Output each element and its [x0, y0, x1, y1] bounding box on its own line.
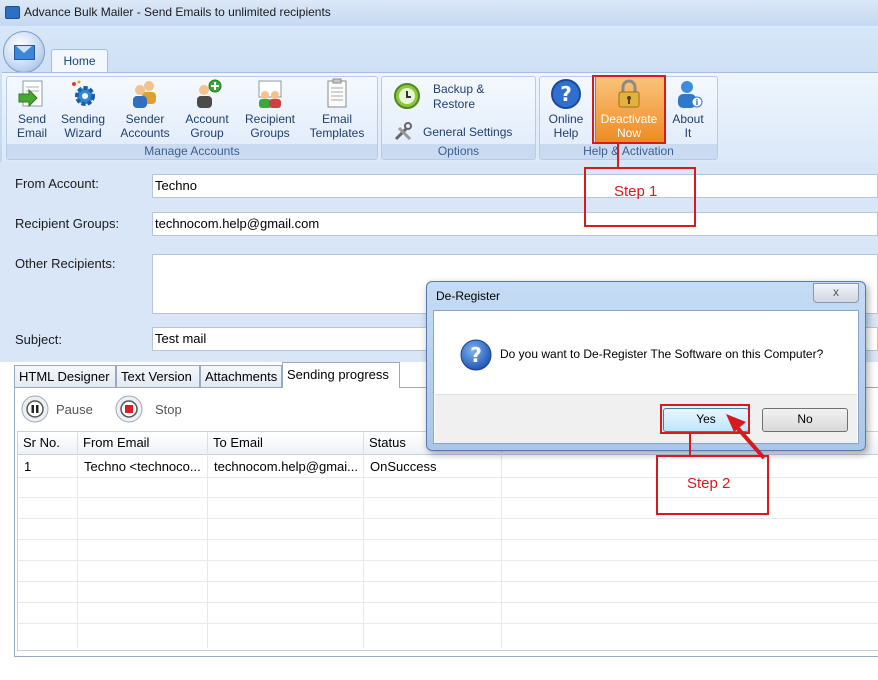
from-account-label: From Account: — [15, 176, 99, 191]
general-settings-button[interactable]: General Settings — [391, 122, 527, 144]
about-it-button[interactable]: i About It — [668, 78, 708, 142]
recipient-groups-label: Recipient Groups: — [15, 216, 120, 231]
grid-divider — [77, 454, 78, 648]
column-header-to-email[interactable]: To Email — [208, 432, 364, 454]
tab-home[interactable]: Home — [51, 49, 108, 74]
send-email-button[interactable]: Send Email — [11, 78, 53, 142]
sending-wizard-label: Sending Wizard — [60, 112, 106, 140]
cell-status: OnSuccess — [370, 459, 437, 474]
tools-icon — [394, 122, 412, 141]
envelope-icon — [14, 45, 35, 60]
svg-text:?: ? — [560, 82, 572, 106]
app-icon — [5, 6, 20, 19]
app-menu-button[interactable] — [3, 31, 45, 73]
user-group-icon — [258, 80, 282, 108]
grid-row-line — [18, 518, 878, 519]
step1-connector — [617, 143, 619, 167]
window-title: Advance Bulk Mailer - Send Emails to unl… — [24, 5, 331, 19]
gear-icon — [72, 80, 95, 106]
recipient-groups-label: Recipient Groups — [244, 112, 296, 140]
pause-button[interactable]: Pause — [21, 395, 93, 423]
svg-text:i: i — [696, 98, 699, 107]
help-icon: ? — [551, 79, 581, 109]
stop-icon — [115, 395, 143, 423]
tab-html-designer[interactable]: HTML Designer — [14, 365, 116, 387]
grid-row-line — [18, 623, 878, 624]
de-register-dialog: De-Register x ? Do you want to De-Regist… — [426, 281, 866, 451]
other-recipients-label: Other Recipients: — [15, 256, 116, 271]
grid-row-line — [18, 560, 878, 561]
online-help-button[interactable]: ? Online Help — [545, 78, 587, 142]
group-label: Options — [382, 144, 535, 159]
pause-icon — [21, 395, 49, 423]
template-icon — [327, 78, 347, 108]
question-icon: ? — [460, 339, 492, 371]
tab-text-version[interactable]: Text Version — [116, 365, 200, 387]
grid-divider — [501, 454, 502, 648]
grid-divider — [363, 454, 364, 648]
grid-row-line — [18, 581, 878, 582]
group-label: Manage Accounts — [7, 144, 377, 159]
dialog-title: De-Register — [436, 289, 501, 303]
deactivate-highlight-box — [592, 75, 666, 144]
step1-label: Step 1 — [614, 183, 658, 200]
account-group-button[interactable]: Account Group — [182, 78, 232, 142]
subject-label: Subject: — [15, 332, 62, 347]
general-settings-label: General Settings — [423, 125, 513, 139]
arrow-icon — [726, 414, 766, 460]
grid-row-line — [18, 539, 878, 540]
about-it-label: About It — [672, 112, 704, 140]
account-group-label: Account Group — [185, 112, 229, 140]
send-email-icon — [18, 80, 43, 108]
cell-from-email: Techno <technoco... — [84, 459, 201, 474]
group-label: Help & Activation — [540, 144, 717, 159]
step2-label: Step 2 — [687, 475, 731, 492]
stop-button[interactable]: Stop — [115, 395, 187, 423]
sending-wizard-button[interactable]: Sending Wizard — [58, 78, 108, 142]
no-button[interactable]: No — [762, 408, 848, 432]
column-header-from-email[interactable]: From Email — [78, 432, 208, 454]
recipient-groups-field[interactable]: technocom.help@gmail.com — [152, 212, 878, 236]
dialog-message: Do you want to De-Register The Software … — [500, 347, 824, 361]
tab-attachments[interactable]: Attachments — [200, 365, 282, 387]
svg-text:?: ? — [470, 343, 482, 367]
send-email-label: Send Email — [16, 112, 47, 140]
online-help-label: Online Help — [548, 112, 584, 140]
close-button[interactable]: x — [813, 283, 859, 303]
title-bar: Advance Bulk Mailer - Send Emails to unl… — [0, 0, 878, 27]
sender-accounts-label: Sender Accounts — [120, 112, 170, 140]
backup-restore-button[interactable]: Backup & Restore — [391, 82, 527, 118]
pause-label: Pause — [56, 402, 93, 417]
grid-row-line — [18, 602, 878, 603]
cell-to-email: technocom.help@gmai... — [214, 459, 358, 474]
add-user-icon — [197, 79, 222, 108]
grid-divider — [207, 454, 208, 648]
recipient-groups-button[interactable]: Recipient Groups — [242, 78, 298, 142]
column-header-sr-no[interactable]: Sr No. — [18, 432, 78, 454]
stop-label: Stop — [155, 402, 182, 417]
email-templates-button[interactable]: Email Templates — [307, 78, 367, 142]
about-user-icon: i — [678, 81, 703, 108]
sender-accounts-button[interactable]: Sender Accounts — [118, 78, 172, 142]
backup-clock-icon — [394, 83, 420, 109]
dialog-body: ? Do you want to De-Register The Softwar… — [433, 310, 859, 444]
email-templates-label: Email Templates — [309, 112, 365, 140]
users-icon — [133, 81, 156, 108]
cell-sr-no: 1 — [24, 459, 32, 474]
step2-connector — [689, 433, 691, 455]
tab-sending-progress[interactable]: Sending progress — [282, 362, 400, 388]
backup-restore-label: Backup & Restore — [433, 82, 485, 111]
from-account-field[interactable]: Techno — [152, 174, 878, 198]
